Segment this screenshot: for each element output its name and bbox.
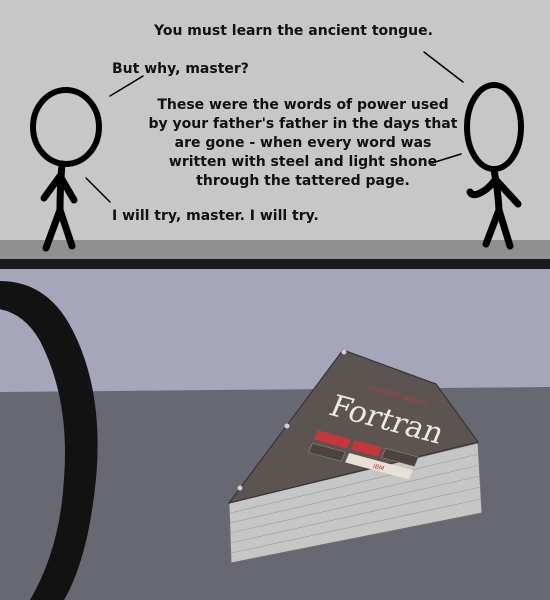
master-figure [464, 82, 524, 250]
student-speech-2: I will try, master. I will try. [112, 208, 319, 224]
speech-line-master-1 [423, 51, 464, 83]
master-leg-right [495, 206, 514, 250]
student-figure [30, 87, 102, 252]
binder-ring-middle [284, 423, 290, 429]
speech-line-student-1 [109, 75, 144, 97]
student-leg-left [42, 206, 64, 252]
comic: You must learn the ancient tongue. But w… [0, 0, 550, 600]
master-speech-2: These were the words of power used by yo… [148, 97, 458, 189]
panel-divider [0, 259, 550, 269]
master-arm-left [466, 176, 499, 199]
student-speech-1: But why, master? [112, 61, 249, 77]
student-leg-right [56, 206, 76, 250]
bottom-panel-drawing: REFERENCE MANUAL Fortran IBM [0, 281, 550, 600]
bottom-panel: REFERENCE MANUAL Fortran IBM [0, 269, 550, 600]
binder-ring-bottom [237, 485, 243, 491]
binder-ring-top [341, 349, 347, 355]
master-body [490, 166, 503, 214]
student-body [56, 160, 66, 214]
student-head [30, 87, 102, 167]
master-speech-1: You must learn the ancient tongue. [154, 23, 433, 39]
master-head [464, 82, 524, 172]
top-panel: You must learn the ancient tongue. But w… [0, 0, 550, 259]
speech-line-student-2 [85, 177, 111, 203]
